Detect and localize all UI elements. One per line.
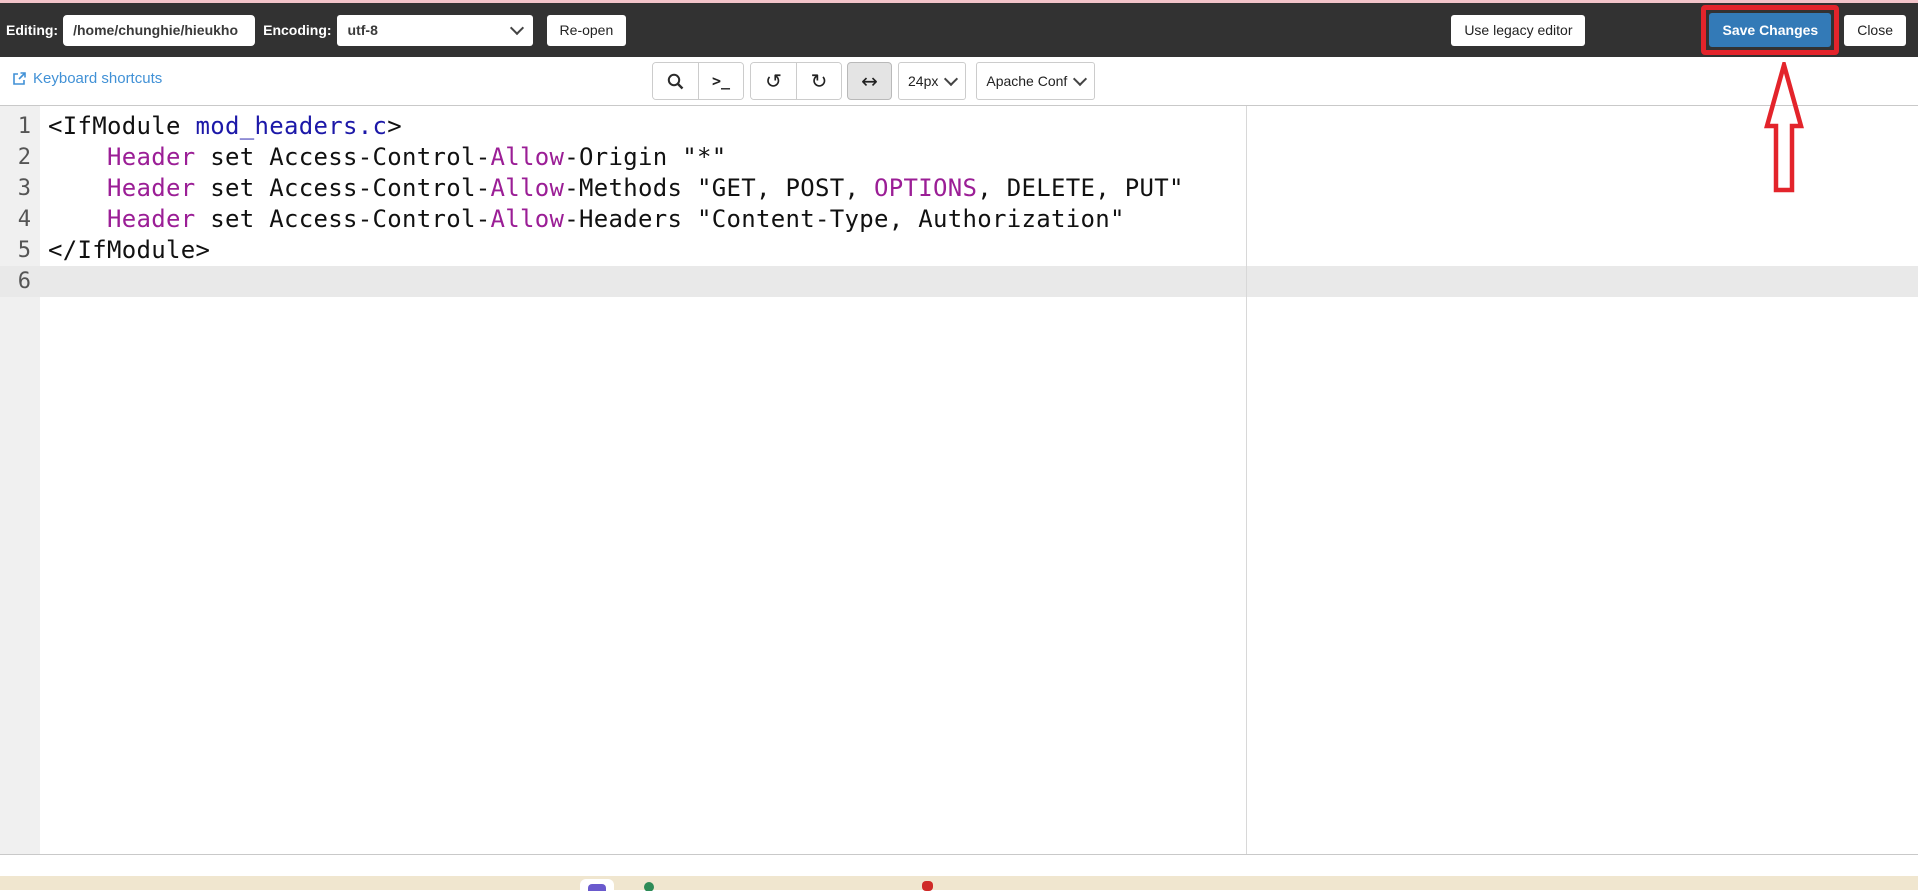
- undo-redo-group: ↺ ↻: [750, 62, 842, 100]
- bottom-white-strip: [0, 855, 1918, 876]
- editor-toolbar: Keyboard shortcuts >_ ↺ ↻ ↔ 24px Apache …: [0, 57, 1918, 106]
- external-link-icon: [13, 72, 26, 85]
- save-pointer-arrow: [1764, 62, 1804, 193]
- syntax-mode-select[interactable]: Apache Conf: [976, 62, 1096, 100]
- keyboard-shortcuts-link[interactable]: Keyboard shortcuts: [12, 70, 162, 87]
- chevron-down-icon: [509, 20, 524, 36]
- code-editor-screen: Editing: Encoding: utf-8 Re-open Use leg…: [0, 0, 1918, 891]
- legacy-editor-button[interactable]: Use legacy editor: [1451, 14, 1586, 46]
- keyboard-shortcuts-label: Keyboard shortcuts: [33, 70, 163, 87]
- taskbar-red-icon[interactable]: [922, 881, 933, 891]
- close-button[interactable]: Close: [1844, 14, 1906, 46]
- code-lines: 1 <IfModule mod_headers.c> 2 Header set Ac…: [0, 106, 1918, 297]
- code-line-1[interactable]: 1 <IfModule mod_headers.c>: [0, 111, 1918, 142]
- topbar: Editing: Encoding: utf-8 Re-open Use leg…: [0, 3, 1918, 57]
- taskbar-green-icon[interactable]: [644, 882, 654, 891]
- code-line-6[interactable]: 6: [0, 266, 1918, 297]
- save-button[interactable]: Save Changes: [1709, 13, 1832, 47]
- code-text: </IfModule>: [48, 236, 211, 264]
- line-number: 4: [17, 207, 31, 232]
- line-number: 5: [17, 238, 31, 263]
- code-line-2[interactable]: 2 Header set Access-Control-Allow-Origin…: [0, 142, 1918, 173]
- undo-button[interactable]: ↺: [751, 63, 796, 99]
- chevron-down-icon: [944, 71, 959, 87]
- editing-label: Editing:: [6, 22, 59, 38]
- line-number: 1: [17, 114, 31, 139]
- search-icon: [667, 73, 684, 89]
- code-text: Header set Access-Control-Allow-Methods …: [107, 174, 1184, 202]
- reopen-button[interactable]: Re-open: [546, 14, 627, 46]
- taskbar-edge-strip: [0, 876, 1918, 891]
- toolbar-buttons: >_ ↺ ↻ ↔ 24px Apache Conf: [652, 62, 1096, 100]
- word-wrap-toggle-button[interactable]: ↔: [847, 62, 892, 100]
- chevron-down-icon: [1073, 71, 1088, 87]
- font-size-value: 24px: [908, 73, 939, 89]
- font-size-select[interactable]: 24px: [898, 62, 967, 100]
- taskbar-app-icon-glyph: [588, 884, 606, 891]
- horizontal-arrow-icon: ↔: [861, 69, 878, 93]
- encoding-select-value: utf-8: [347, 22, 378, 38]
- line-number: 3: [17, 176, 31, 201]
- code-line-5[interactable]: 5 </IfModule>: [0, 235, 1918, 266]
- encoding-select[interactable]: utf-8: [336, 14, 533, 46]
- terminal-button[interactable]: >_: [698, 63, 743, 99]
- encoding-label: Encoding:: [263, 22, 332, 38]
- search-terminal-group: >_: [652, 62, 744, 100]
- taskbar-app-icon[interactable]: [580, 879, 614, 891]
- terminal-icon: >_: [711, 72, 731, 90]
- code-line-4[interactable]: 4 Header set Access-Control-Allow-Header…: [0, 204, 1918, 235]
- line-number: 6: [17, 269, 31, 294]
- column-ruler-line: [1246, 106, 1247, 854]
- save-highlight-box: Save Changes: [1701, 5, 1840, 55]
- code-editor-area[interactable]: 1 <IfModule mod_headers.c> 2 Header set Ac…: [0, 106, 1918, 855]
- file-path-input[interactable]: [63, 14, 256, 46]
- redo-button[interactable]: ↻: [796, 63, 841, 99]
- search-button[interactable]: [653, 63, 698, 99]
- syntax-mode-value: Apache Conf: [986, 73, 1068, 89]
- code-text: Header set Access-Control-Allow-Headers …: [107, 205, 1125, 233]
- code-text: <IfModule mod_headers.c>: [48, 112, 402, 140]
- redo-icon: ↻: [810, 69, 828, 93]
- code-text: Header set Access-Control-Allow-Origin "…: [107, 143, 727, 171]
- line-number: 2: [17, 145, 31, 170]
- code-line-3[interactable]: 3 Header set Access-Control-Allow-Method…: [0, 173, 1918, 204]
- undo-icon: ↺: [765, 69, 782, 93]
